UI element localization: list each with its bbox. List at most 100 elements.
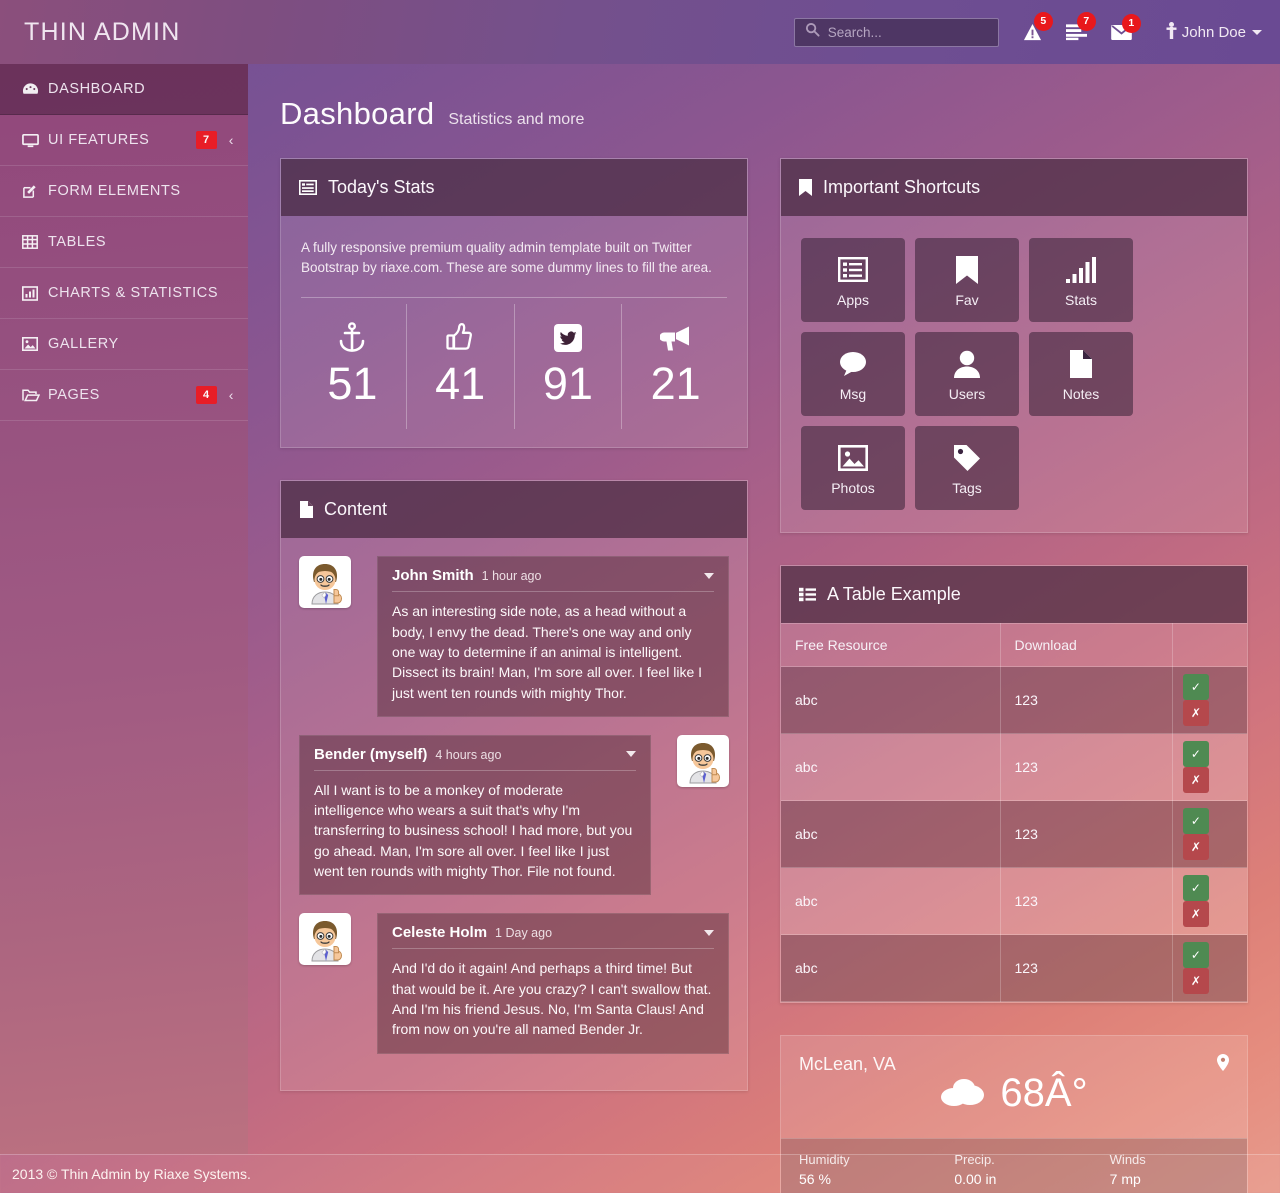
- accept-button[interactable]: ✓: [1182, 674, 1209, 700]
- tag-icon: [953, 441, 981, 475]
- search-input[interactable]: [827, 24, 978, 40]
- stat-thumbs-up: 41: [407, 304, 515, 430]
- table-panel: A Table Example Free Resource Download a…: [780, 565, 1248, 1003]
- map-pin-icon[interactable]: [1217, 1054, 1229, 1076]
- todays-stats-header: Today's Stats: [281, 159, 747, 216]
- avatar: [677, 734, 729, 787]
- reject-button[interactable]: ✗: [1182, 901, 1209, 927]
- sidebar-label-form-elements: FORM ELEMENTS: [48, 183, 181, 199]
- column-free-resource: Free Resource: [781, 623, 1001, 667]
- sidebar-item-dashboard[interactable]: DASHBOARD: [0, 64, 248, 115]
- chevron-down-icon[interactable]: [704, 572, 714, 579]
- messages-badge-count: 1: [1121, 13, 1141, 33]
- todays-stats-title: Today's Stats: [328, 177, 435, 197]
- shortcut-msg-label: Msg: [839, 385, 867, 402]
- column-actions: [1172, 623, 1247, 667]
- sidebar-label-pages: PAGES: [48, 387, 100, 403]
- message-bubble: Celeste Holm 1 Day ago And I'd do it aga…: [377, 913, 729, 1054]
- right-column: Important Shortcuts Apps Fav Stats Msg U…: [780, 158, 1248, 1193]
- content-panel-title: Content: [324, 499, 388, 520]
- weather-main: 68Â°: [799, 1071, 1229, 1116]
- stat-anchor: 51: [299, 304, 407, 430]
- content-panel-header: Content: [281, 481, 747, 539]
- table-row: abc 123 ✓✗: [781, 867, 1247, 935]
- monitor-icon: [22, 133, 48, 148]
- sidebar-item-gallery[interactable]: GALLERY: [0, 319, 248, 370]
- file-icon: [1070, 347, 1092, 381]
- footer-text: 2013 © Thin Admin by Riaxe Systems.: [12, 1166, 251, 1182]
- table-row: abc 123 ✓✗: [781, 733, 1247, 801]
- divider: [301, 297, 727, 299]
- sidebar-item-charts-statistics[interactable]: CHARTS & STATISTICS: [0, 268, 248, 319]
- header-right-group: 5 7 1 John Doe: [793, 11, 1280, 47]
- signal-bars-icon: [1066, 253, 1096, 287]
- list-alt-icon: [299, 180, 317, 195]
- chevron-down-icon: [1252, 29, 1262, 35]
- stat-twitter: 91: [515, 304, 623, 430]
- notification-tasks[interactable]: 7: [1065, 12, 1096, 41]
- avatar: [299, 913, 351, 966]
- footer: 2013 © Thin Admin by Riaxe Systems.: [0, 1154, 1280, 1193]
- sidebar-item-ui-features[interactable]: UI FEATURES 7 ‹: [0, 115, 248, 166]
- table-panel-title: A Table Example: [827, 584, 961, 604]
- user-icon: [1166, 21, 1177, 43]
- sidebar-label-dashboard: DASHBOARD: [48, 81, 146, 97]
- notification-messages[interactable]: 1: [1110, 13, 1141, 40]
- search-box[interactable]: [793, 17, 999, 47]
- shortcut-photos[interactable]: Photos: [801, 426, 905, 510]
- sidebar-item-pages[interactable]: PAGES 4 ‹: [0, 370, 248, 421]
- sidebar-label-charts-statistics: CHARTS & STATISTICS: [48, 285, 219, 301]
- dashboard-icon: [22, 82, 48, 97]
- shortcut-tags[interactable]: Tags: [915, 426, 1019, 510]
- bar-chart-icon: [22, 285, 48, 301]
- reject-button[interactable]: ✗: [1182, 767, 1209, 793]
- shortcut-apps[interactable]: Apps: [801, 238, 905, 322]
- accept-button[interactable]: ✓: [1182, 875, 1209, 901]
- reject-button[interactable]: ✗: [1182, 968, 1209, 994]
- shortcut-users[interactable]: Users: [915, 332, 1019, 416]
- cell-actions: ✓✗: [1172, 867, 1247, 935]
- content-panel-body: John Smith 1 hour ago As an interesting …: [281, 538, 747, 1089]
- cloud-icon: [940, 1075, 986, 1112]
- todays-stats-description: A fully responsive premium quality admin…: [301, 240, 712, 275]
- folder-icon: [22, 388, 48, 402]
- message-bubble: Bender (myself) 4 hours ago All I want i…: [299, 734, 651, 896]
- message-text: As an interesting side note, as a head w…: [392, 603, 703, 701]
- shortcut-photos-label: Photos: [831, 479, 875, 496]
- sidebar-item-tables[interactable]: TABLES: [0, 217, 248, 268]
- table-body: abc 123 ✓✗ abc 123 ✓✗ abc 123 ✓✗ abc 123…: [781, 666, 1247, 1002]
- reject-button[interactable]: ✗: [1182, 700, 1209, 726]
- notification-warning[interactable]: 5: [1023, 11, 1053, 42]
- top-header: THIN ADMIN 5 7: [0, 0, 1280, 64]
- shortcut-notes[interactable]: Notes: [1029, 332, 1133, 416]
- shortcut-fav[interactable]: Fav: [915, 238, 1019, 322]
- left-column: Today's Stats A fully responsive premium…: [280, 158, 748, 1193]
- shortcut-stats-label: Stats: [1065, 291, 1097, 308]
- edit-icon: [22, 183, 48, 199]
- page-title: Dashboard: [280, 96, 435, 131]
- page-subtitle: Statistics and more: [448, 111, 585, 128]
- cell-download: 123: [1000, 800, 1173, 868]
- cell-actions: ✓✗: [1172, 800, 1247, 868]
- shortcut-msg[interactable]: Msg: [801, 332, 905, 416]
- reject-button[interactable]: ✗: [1182, 834, 1209, 860]
- accept-button[interactable]: ✓: [1182, 741, 1209, 767]
- shortcut-stats[interactable]: Stats: [1029, 238, 1133, 322]
- cell-actions: ✓✗: [1172, 733, 1247, 801]
- chevron-down-icon[interactable]: [626, 751, 636, 758]
- chevron-down-icon[interactable]: [704, 929, 714, 936]
- message-time: 1 Day ago: [495, 926, 553, 941]
- sidebar-item-form-elements[interactable]: FORM ELEMENTS: [0, 166, 248, 217]
- page-header: Dashboard Statistics and more: [248, 64, 1280, 132]
- accept-button[interactable]: ✓: [1182, 942, 1209, 968]
- cell-resource: abc: [781, 867, 1001, 935]
- cell-actions: ✓✗: [1172, 934, 1247, 1002]
- user-menu[interactable]: John Doe: [1166, 21, 1262, 43]
- brand-logo[interactable]: THIN ADMIN: [0, 18, 700, 47]
- file-icon: [299, 501, 313, 519]
- accept-button[interactable]: ✓: [1182, 808, 1209, 834]
- message-row: Celeste Holm 1 Day ago And I'd do it aga…: [299, 913, 729, 1054]
- weather-temperature: 68Â°: [1000, 1071, 1088, 1115]
- message-time: 4 hours ago: [435, 747, 502, 762]
- photo-icon: [838, 441, 868, 475]
